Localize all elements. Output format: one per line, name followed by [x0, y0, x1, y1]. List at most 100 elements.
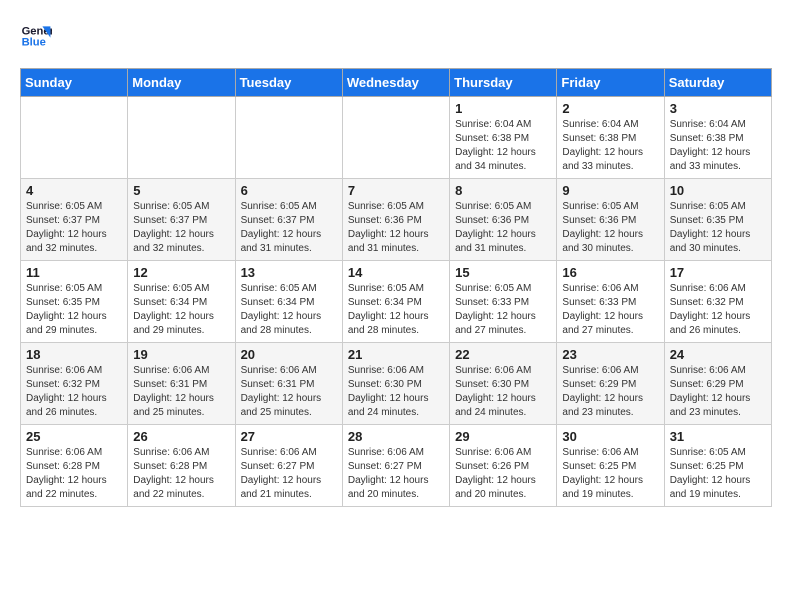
day-number: 6 — [241, 183, 337, 198]
calendar-week-row: 25Sunrise: 6:06 AM Sunset: 6:28 PM Dayli… — [21, 425, 772, 507]
day-number: 9 — [562, 183, 658, 198]
logo-icon: General Blue — [20, 20, 52, 52]
calendar-day-cell: 24 Sunrise: 6:06 AM Sunset: 6:29 PM Dayli… — [664, 343, 771, 425]
day-number: 10 — [670, 183, 766, 198]
calendar-day-cell: 6 Sunrise: 6:05 AM Sunset: 6:37 PM Daylig… — [235, 179, 342, 261]
day-info: Sunrise: 6:06 AM Sunset: 6:26 PM Dayligh… — [455, 446, 551, 502]
calendar-week-row: 11 Sunrise: 6:05 AM Sunset: 6:35 PM Dayli… — [21, 261, 772, 343]
day-number: 3 — [670, 101, 766, 116]
calendar-body: 1 Sunrise: 6:04 AM Sunset: 6:38 PM Daylig… — [21, 97, 772, 507]
day-number: 21 — [348, 347, 444, 362]
calendar-day-cell: 17 Sunrise: 6:06 AM Sunset: 6:32 PM Dayli… — [664, 261, 771, 343]
calendar-day-cell: 22Sunrise: 6:06 AM Sunset: 6:30 PM Dayli… — [450, 343, 557, 425]
day-info: Sunrise: 6:06 AM Sunset: 6:32 PM Dayligh… — [26, 364, 122, 420]
day-info: Sunrise: 6:06 AM Sunset: 6:30 PM Dayligh… — [348, 364, 444, 420]
day-info: Sunrise: 6:04 AM Sunset: 6:38 PM Dayligh… — [670, 118, 766, 174]
day-info: Sunrise: 6:06 AM Sunset: 6:27 PM Dayligh… — [241, 446, 337, 502]
calendar-day-cell: 20 Sunrise: 6:06 AM Sunset: 6:31 PM Dayli… — [235, 343, 342, 425]
day-info: Sunrise: 6:06 AM Sunset: 6:31 PM Dayligh… — [241, 364, 337, 420]
calendar-day-cell: 25Sunrise: 6:06 AM Sunset: 6:28 PM Dayli… — [21, 425, 128, 507]
weekday-header-cell: Sunday — [21, 69, 128, 97]
day-info: Sunrise: 6:06 AM Sunset: 6:32 PM Dayligh… — [670, 282, 766, 338]
day-info: Sunrise: 6:05 AM Sunset: 6:25 PM Dayligh… — [670, 446, 766, 502]
day-number: 13 — [241, 265, 337, 280]
calendar-day-cell: 21 Sunrise: 6:06 AM Sunset: 6:30 PM Dayli… — [342, 343, 449, 425]
weekday-header-cell: Saturday — [664, 69, 771, 97]
day-info: Sunrise: 6:05 AM Sunset: 6:37 PM Dayligh… — [133, 200, 229, 256]
calendar-day-cell: 19 Sunrise: 6:06 AM Sunset: 6:31 PM Dayli… — [128, 343, 235, 425]
day-info: Sunrise: 6:06 AM Sunset: 6:29 PM Dayligh… — [562, 364, 658, 420]
calendar-day-cell: 2 Sunrise: 6:04 AM Sunset: 6:38 PM Daylig… — [557, 97, 664, 179]
calendar-table: SundayMondayTuesdayWednesdayThursdayFrid… — [20, 68, 772, 507]
calendar-day-cell: 29 Sunrise: 6:06 AM Sunset: 6:26 PM Dayli… — [450, 425, 557, 507]
day-number: 4 — [26, 183, 122, 198]
day-info: Sunrise: 6:06 AM Sunset: 6:30 PM Dayligh… — [455, 364, 551, 420]
day-info: Sunrise: 6:05 AM Sunset: 6:37 PM Dayligh… — [26, 200, 122, 256]
day-number: 23 — [562, 347, 658, 362]
calendar-day-cell: 3 Sunrise: 6:04 AM Sunset: 6:38 PM Daylig… — [664, 97, 771, 179]
svg-text:Blue: Blue — [22, 37, 46, 49]
day-number: 19 — [133, 347, 229, 362]
weekday-header-cell: Monday — [128, 69, 235, 97]
calendar-week-row: 18 Sunrise: 6:06 AM Sunset: 6:32 PM Dayli… — [21, 343, 772, 425]
day-info: Sunrise: 6:06 AM Sunset: 6:27 PM Dayligh… — [348, 446, 444, 502]
calendar-day-cell: 31 Sunrise: 6:05 AM Sunset: 6:25 PM Dayli… — [664, 425, 771, 507]
calendar-day-cell: 13 Sunrise: 6:05 AM Sunset: 6:34 PM Dayli… — [235, 261, 342, 343]
calendar-day-cell: 10 Sunrise: 6:05 AM Sunset: 6:35 PM Dayli… — [664, 179, 771, 261]
day-info: Sunrise: 6:06 AM Sunset: 6:33 PM Dayligh… — [562, 282, 658, 338]
day-number: 18 — [26, 347, 122, 362]
day-info: Sunrise: 6:05 AM Sunset: 6:34 PM Dayligh… — [348, 282, 444, 338]
day-number: 7 — [348, 183, 444, 198]
day-number: 27 — [241, 429, 337, 444]
calendar-day-cell: 8Sunrise: 6:05 AM Sunset: 6:36 PM Daylig… — [450, 179, 557, 261]
calendar-day-cell: 5 Sunrise: 6:05 AM Sunset: 6:37 PM Daylig… — [128, 179, 235, 261]
calendar-week-row: 1 Sunrise: 6:04 AM Sunset: 6:38 PM Daylig… — [21, 97, 772, 179]
day-number: 17 — [670, 265, 766, 280]
weekday-header-cell: Wednesday — [342, 69, 449, 97]
day-number: 15 — [455, 265, 551, 280]
day-number: 1 — [455, 101, 551, 116]
day-info: Sunrise: 6:06 AM Sunset: 6:28 PM Dayligh… — [133, 446, 229, 502]
day-number: 29 — [455, 429, 551, 444]
calendar-day-cell: 15 Sunrise: 6:05 AM Sunset: 6:33 PM Dayli… — [450, 261, 557, 343]
calendar-day-cell: 11 Sunrise: 6:05 AM Sunset: 6:35 PM Dayli… — [21, 261, 128, 343]
calendar-day-cell: 14Sunrise: 6:05 AM Sunset: 6:34 PM Dayli… — [342, 261, 449, 343]
day-info: Sunrise: 6:05 AM Sunset: 6:36 PM Dayligh… — [455, 200, 551, 256]
day-info: Sunrise: 6:06 AM Sunset: 6:29 PM Dayligh… — [670, 364, 766, 420]
weekday-header-cell: Thursday — [450, 69, 557, 97]
day-number: 2 — [562, 101, 658, 116]
day-info: Sunrise: 6:05 AM Sunset: 6:35 PM Dayligh… — [26, 282, 122, 338]
calendar-day-cell: 18 Sunrise: 6:06 AM Sunset: 6:32 PM Dayli… — [21, 343, 128, 425]
calendar-day-cell: 28Sunrise: 6:06 AM Sunset: 6:27 PM Dayli… — [342, 425, 449, 507]
day-number: 16 — [562, 265, 658, 280]
calendar-week-row: 4 Sunrise: 6:05 AM Sunset: 6:37 PM Daylig… — [21, 179, 772, 261]
weekday-header-cell: Tuesday — [235, 69, 342, 97]
calendar-day-cell: 23 Sunrise: 6:06 AM Sunset: 6:29 PM Dayli… — [557, 343, 664, 425]
day-info: Sunrise: 6:05 AM Sunset: 6:35 PM Dayligh… — [670, 200, 766, 256]
day-info: Sunrise: 6:04 AM Sunset: 6:38 PM Dayligh… — [455, 118, 551, 174]
day-info: Sunrise: 6:05 AM Sunset: 6:33 PM Dayligh… — [455, 282, 551, 338]
calendar-day-cell: 16 Sunrise: 6:06 AM Sunset: 6:33 PM Dayli… — [557, 261, 664, 343]
day-number: 31 — [670, 429, 766, 444]
calendar-day-cell: 26Sunrise: 6:06 AM Sunset: 6:28 PM Dayli… — [128, 425, 235, 507]
weekday-header-row: SundayMondayTuesdayWednesdayThursdayFrid… — [21, 69, 772, 97]
calendar-day-cell — [128, 97, 235, 179]
day-number: 30 — [562, 429, 658, 444]
calendar-day-cell: 12Sunrise: 6:05 AM Sunset: 6:34 PM Dayli… — [128, 261, 235, 343]
day-number: 5 — [133, 183, 229, 198]
day-number: 11 — [26, 265, 122, 280]
calendar-day-cell: 30Sunrise: 6:06 AM Sunset: 6:25 PM Dayli… — [557, 425, 664, 507]
calendar-day-cell: 4 Sunrise: 6:05 AM Sunset: 6:37 PM Daylig… — [21, 179, 128, 261]
calendar-day-cell — [235, 97, 342, 179]
day-info: Sunrise: 6:06 AM Sunset: 6:31 PM Dayligh… — [133, 364, 229, 420]
day-info: Sunrise: 6:05 AM Sunset: 6:37 PM Dayligh… — [241, 200, 337, 256]
calendar-day-cell — [342, 97, 449, 179]
logo: General Blue — [20, 20, 52, 52]
day-info: Sunrise: 6:05 AM Sunset: 6:34 PM Dayligh… — [241, 282, 337, 338]
day-info: Sunrise: 6:06 AM Sunset: 6:28 PM Dayligh… — [26, 446, 122, 502]
day-info: Sunrise: 6:04 AM Sunset: 6:38 PM Dayligh… — [562, 118, 658, 174]
day-number: 24 — [670, 347, 766, 362]
day-number: 20 — [241, 347, 337, 362]
calendar-day-cell: 27 Sunrise: 6:06 AM Sunset: 6:27 PM Dayli… — [235, 425, 342, 507]
weekday-header-cell: Friday — [557, 69, 664, 97]
